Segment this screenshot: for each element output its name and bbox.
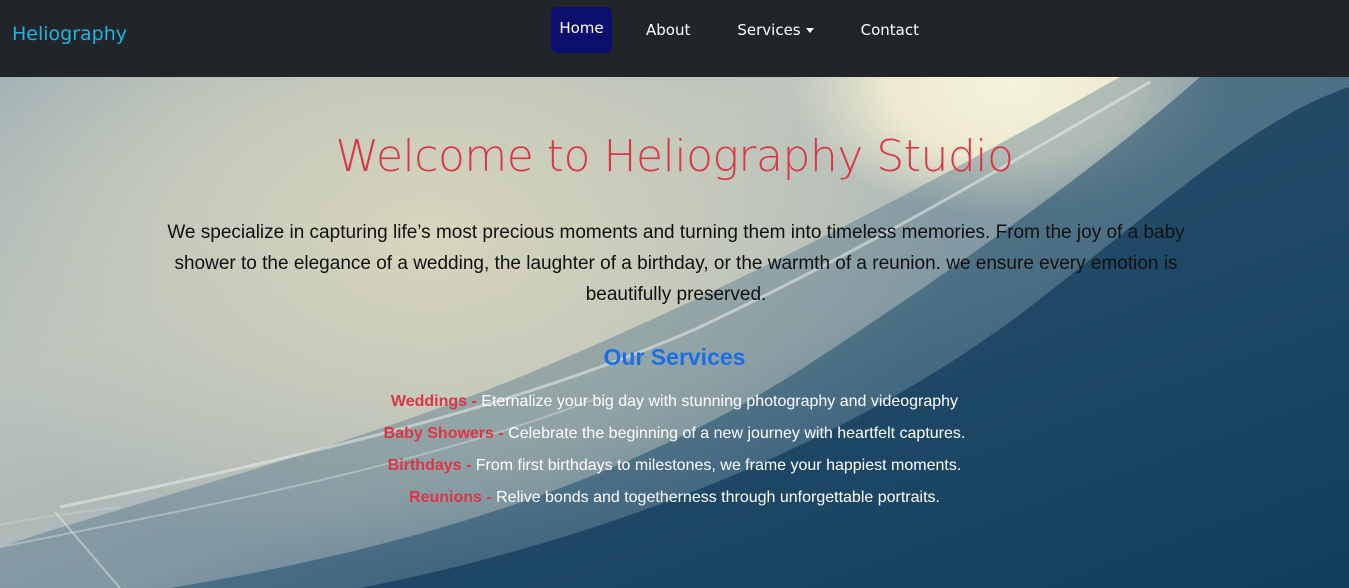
service-description: Celebrate the beginning of a new journey…: [508, 425, 966, 442]
service-description: Relive bonds and togetherness through un…: [496, 489, 940, 506]
service-name: Reunions -: [409, 489, 497, 506]
service-description: Eternalize your big day with stunning ph…: [481, 393, 959, 410]
services-list: Weddings - Eternalize your big day with …: [0, 386, 1349, 514]
nav-home[interactable]: Home: [551, 7, 612, 53]
hero-intro-text: We specialize in capturing life’s most p…: [167, 222, 1185, 305]
service-name: Weddings -: [390, 393, 482, 410]
service-item-birthdays: Birthdays - From first birthdays to mile…: [0, 450, 1349, 482]
hero-title: Welcome to Heliography Studio: [335, 131, 1014, 182]
hero-section: Welcome to Heliography Studio We special…: [0, 77, 1349, 588]
service-item-weddings: Weddings - Eternalize your big day with …: [0, 386, 1349, 418]
caret-down-icon: [805, 27, 814, 33]
services-heading: Our Services: [603, 344, 746, 370]
service-item-baby-showers: Baby Showers - Celebrate the beginning o…: [0, 418, 1349, 450]
nav-services-dropdown[interactable]: Services: [737, 7, 814, 53]
service-description: From first birthdays to milestones, we f…: [475, 457, 962, 474]
navbar: Heliography Home About Services Contact: [0, 0, 1349, 77]
nav-menu: Home About Services Contact: [551, 7, 919, 53]
nav-services-label: Services: [737, 21, 801, 39]
service-name: Baby Showers -: [383, 425, 509, 442]
service-item-reunions: Reunions - Relive bonds and togetherness…: [0, 482, 1349, 514]
nav-contact[interactable]: Contact: [861, 7, 919, 53]
service-name: Birthdays -: [387, 457, 476, 474]
nav-about[interactable]: About: [646, 7, 690, 53]
brand-link[interactable]: Heliography: [12, 22, 127, 46]
